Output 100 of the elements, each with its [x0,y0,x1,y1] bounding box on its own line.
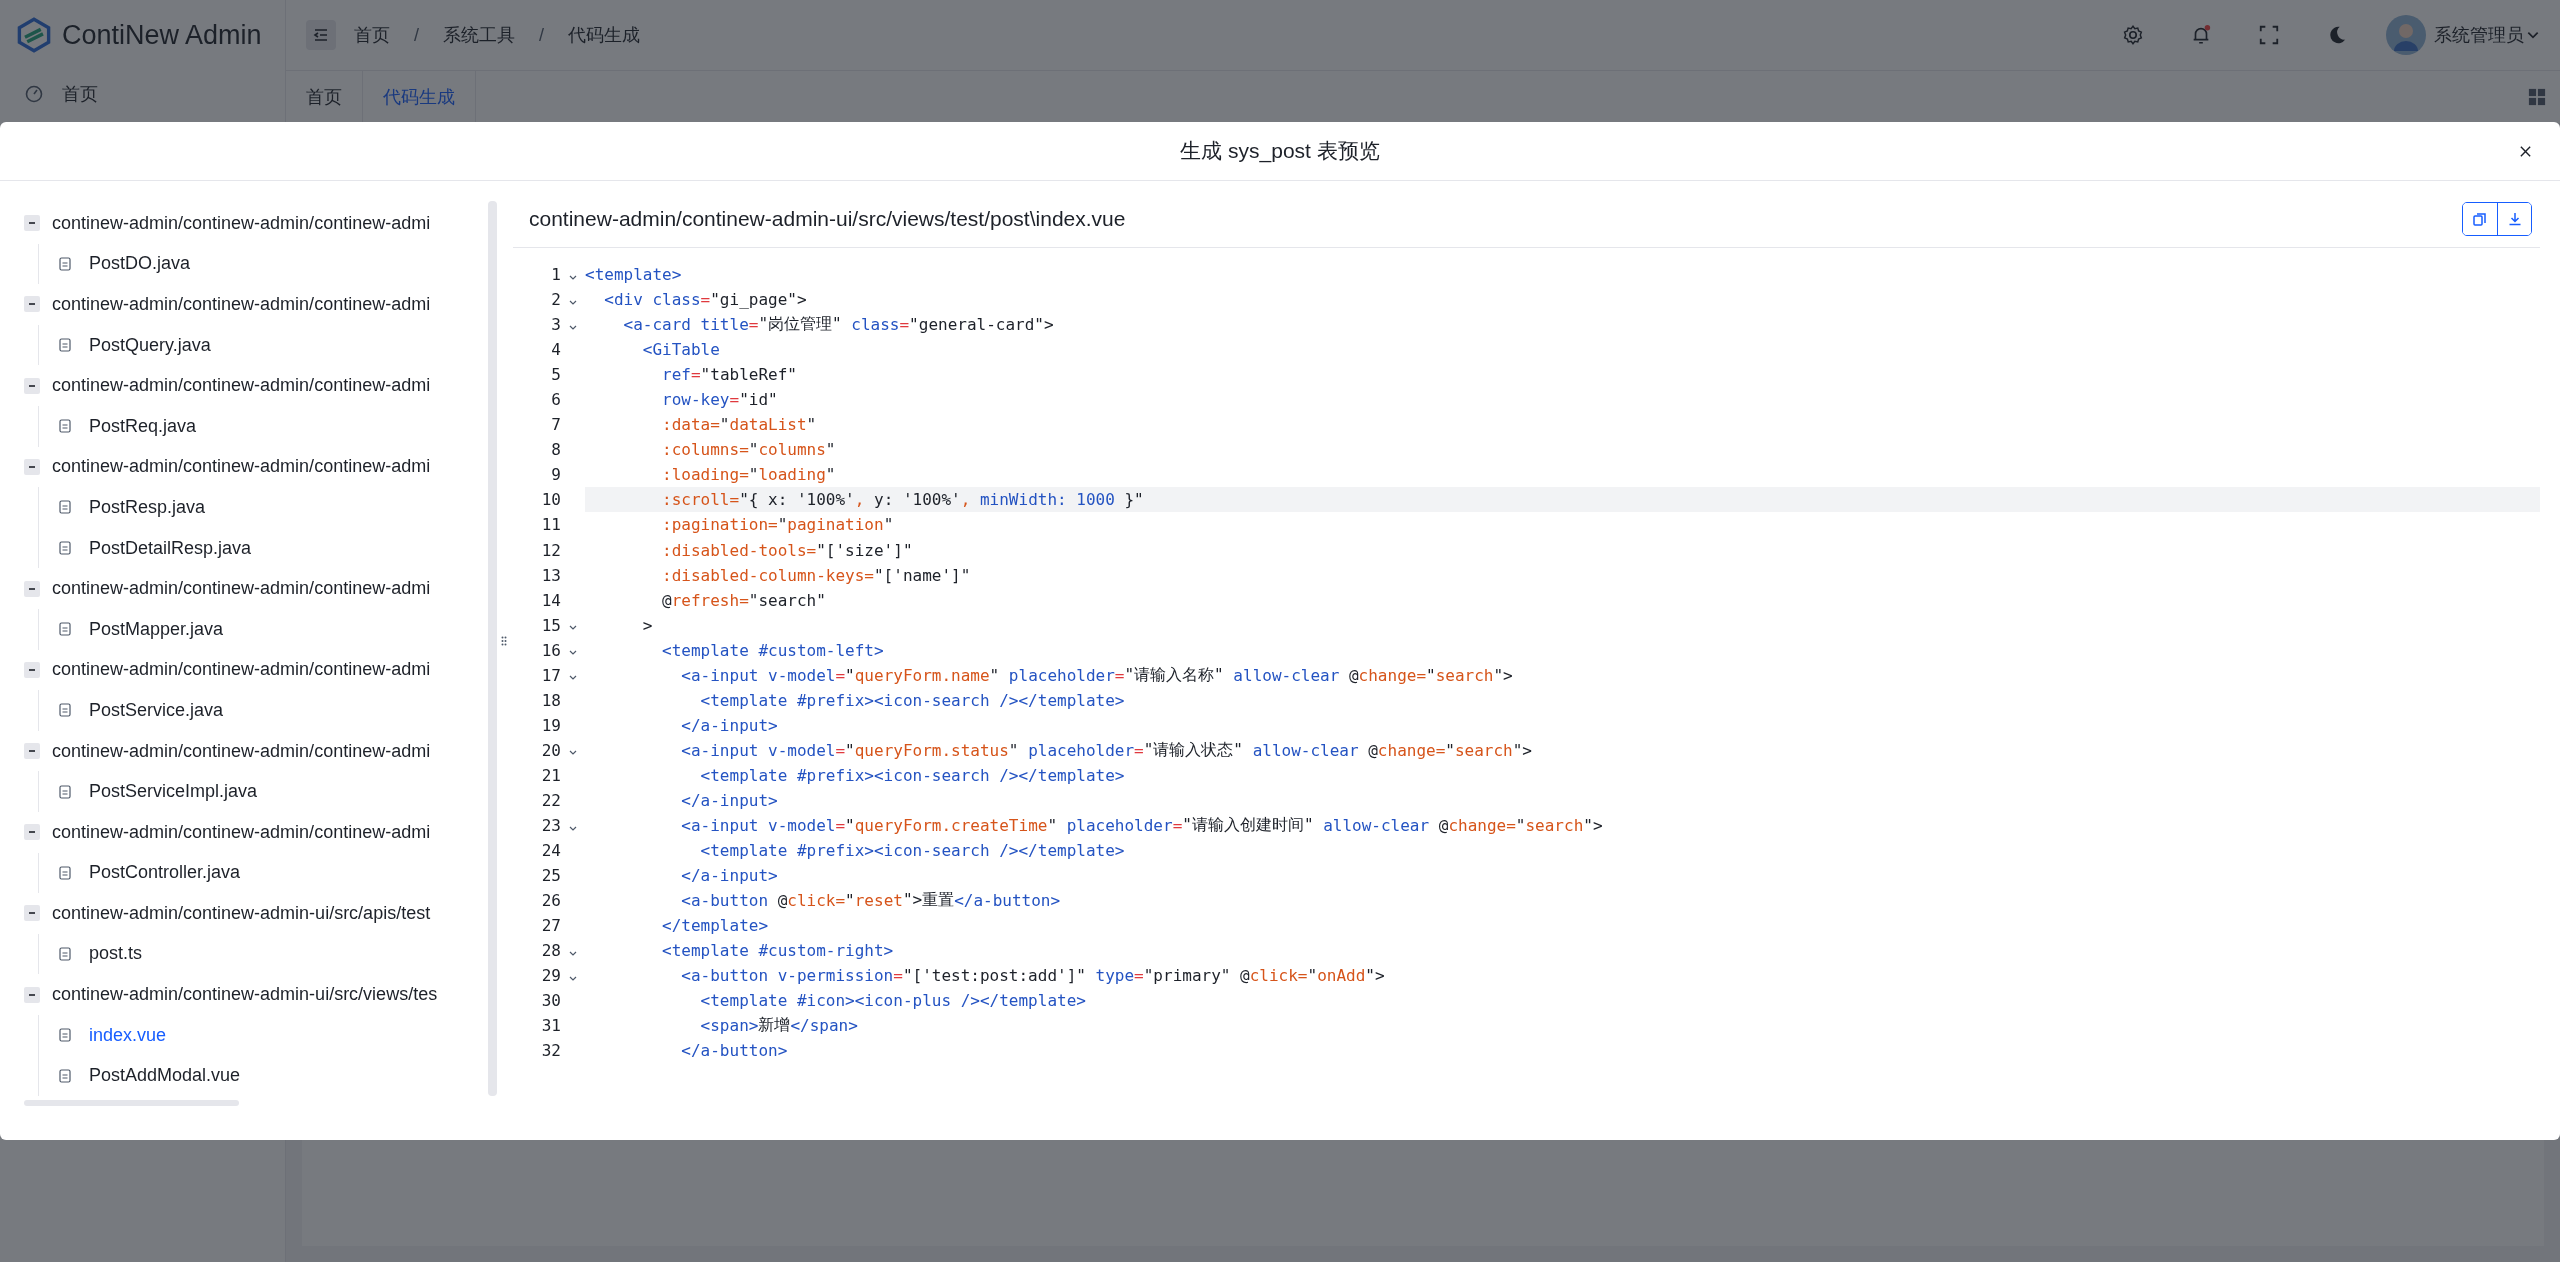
file-name[interactable]: PostController.java [89,862,241,884]
folder-path[interactable]: continew-admin/continew-admin/continew-admi [52,212,431,234]
code-line: <a-card title="岗位管理" class="general-card"> [622,313,1055,337]
line-number: 23 [540,816,561,836]
file-icon [59,703,71,718]
file-name[interactable]: PostService.java [89,699,224,721]
menu-item[interactable]: 首页 [0,70,285,118]
line-number: 17 [540,665,561,685]
file-name[interactable]: PostMapper.java [89,618,224,640]
collapse-toggle[interactable] [24,661,40,678]
settings-icon[interactable] [2122,24,2144,46]
file-name[interactable]: PostResp.java [89,496,206,518]
collapse-toggle[interactable] [24,824,40,841]
line-number: 7 [550,415,561,435]
fullscreen-icon[interactable] [2258,24,2280,46]
line-number: 11 [540,515,561,535]
code-line: <template #custom-left> [661,639,885,662]
close-icon[interactable] [2519,145,2532,158]
breadcrumb-item[interactable]: 代码生成 [568,23,641,47]
collapse-toggle[interactable] [24,215,40,232]
code-line: <template #custom-right> [661,940,895,963]
user-name[interactable]: 系统管理员 [2434,23,2524,47]
line-number: 16 [540,640,561,660]
copy-icon [2472,211,2488,227]
file-name[interactable]: PostDetailResp.java [89,537,252,559]
file-name[interactable]: PostQuery.java [89,334,211,356]
file-icon [59,947,71,961]
fold-icon[interactable] [569,274,577,281]
file-name[interactable]: post.ts [89,943,143,965]
line-number: 10 [540,490,561,510]
folder-path[interactable]: continew-admin/continew-admin/continew-admi [52,821,431,843]
code-line: ref="tableRef" [661,364,798,387]
resize-handle-icon[interactable] [501,635,507,646]
file-name[interactable]: PostDO.java [89,253,191,275]
code-line: :pagination="pagination" [661,514,895,537]
file-name[interactable]: PostServiceImpl.java [89,781,258,803]
file-icon [59,622,71,637]
line-number: 32 [540,1041,561,1061]
file-name[interactable]: PostAddModal.vue [89,1065,241,1087]
line-number: 27 [540,916,561,936]
code-line: :disabled-tools="['size']" [661,539,914,562]
vertical-scrollbar[interactable] [488,201,497,1096]
line-number: 31 [540,1016,561,1036]
download-button[interactable] [2497,203,2531,235]
code-line: <GiTable [641,339,721,362]
folder-path[interactable]: continew-admin/continew-admin/continew-admi [52,456,431,478]
fold-icon[interactable] [569,825,577,832]
line-number: 8 [550,440,561,460]
line-number: 28 [540,941,561,961]
folder-path[interactable]: continew-admin/continew-admin-ui/src/apis/test [52,902,431,924]
line-number: 26 [540,891,561,911]
code-line: :columns="columns" [661,439,837,462]
folder-path[interactable]: continew-admin/continew-admin/continew-admi [52,740,431,762]
folder-path[interactable]: continew-admin/continew-admin/continew-admi [52,578,431,600]
dashboard-icon [24,84,44,104]
line-number: 22 [540,791,561,810]
app-name: ContiNew Admin [62,19,262,51]
file-icon [59,338,71,353]
fold-icon[interactable] [569,299,577,306]
line-number: 1 [550,265,561,284]
fold-icon[interactable] [569,324,577,331]
code-line: <template #prefix><icon-search /></template> [699,764,1126,787]
collapse-toggle[interactable] [24,905,40,922]
code-line: <a-input v-model="queryForm.status" placeholder="请输入状态" allow-clear @change="search"> [680,738,1533,762]
fold-icon[interactable] [569,625,577,632]
fold-icon[interactable] [569,975,577,982]
folder-path[interactable]: continew-admin/continew-admin/continew-admi [52,294,431,315]
code-line: row-key="id" [661,389,779,412]
code-line: > [641,614,654,637]
folder-path[interactable]: continew-admin/continew-admin/continew-admi [52,659,431,681]
grid-icon[interactable] [2528,88,2546,106]
breadcrumb-separator: / [539,24,545,46]
horizontal-scrollbar[interactable] [24,1100,239,1106]
code-line: <template #prefix><icon-search /></template> [699,689,1126,712]
line-number: 15 [540,615,561,635]
file-icon [59,256,71,271]
file-name[interactable]: PostReq.java [89,415,197,437]
collapse-toggle[interactable] [24,458,40,475]
folder-path[interactable]: continew-admin/continew-admin-ui/src/views/tes [52,984,438,1006]
menu-toggle-button[interactable] [306,20,336,50]
line-number: 9 [550,465,561,485]
collapse-toggle[interactable] [24,580,40,597]
file-name[interactable]: index.vue [89,1024,167,1046]
collapse-toggle[interactable] [24,377,40,394]
avatar[interactable] [2386,15,2426,55]
line-number: 29 [540,966,561,986]
code-line: <span>新增</span> [699,1014,859,1038]
collapse-toggle[interactable] [24,986,40,1003]
fold-icon[interactable] [569,650,577,657]
breadcrumb-item[interactable]: 首页 [354,23,390,47]
code-line: <a-input v-model="queryForm.createTime" placeholder="请输入创建时间" allow-clear @change="search"> [680,814,1604,838]
fold-icon[interactable] [569,675,577,682]
line-number: 19 [540,715,561,735]
collapse-toggle[interactable] [24,296,40,313]
code-line: :loading="loading" [661,464,837,487]
collapse-toggle[interactable] [24,743,40,759]
fold-icon[interactable] [569,950,577,957]
fold-icon[interactable] [569,750,577,757]
folder-path[interactable]: continew-admin/continew-admin/continew-admi [52,375,431,397]
breadcrumb-item[interactable]: 系统工具 [443,23,515,47]
